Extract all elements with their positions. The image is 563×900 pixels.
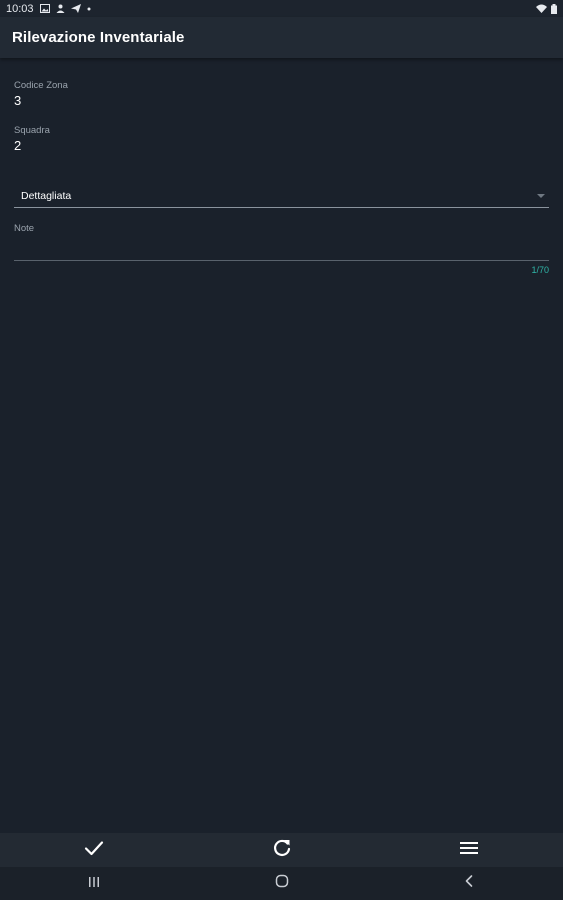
person-icon — [56, 4, 65, 13]
dot-icon — [87, 7, 91, 11]
recent-apps-button[interactable] — [0, 867, 188, 900]
mode-select-value: Dettagliata — [21, 189, 72, 202]
back-icon — [464, 874, 474, 893]
status-time: 10:03 — [6, 2, 34, 15]
image-icon — [39, 4, 50, 13]
page-title: Rilevazione Inventariale — [12, 29, 185, 46]
notes-char-counter: 1/70 — [531, 265, 549, 275]
zone-code-label: Codice Zona — [14, 80, 68, 91]
wifi-icon — [536, 4, 547, 13]
refresh-button[interactable] — [188, 833, 376, 867]
menu-icon — [459, 840, 479, 861]
recent-apps-icon — [87, 875, 101, 893]
battery-icon — [551, 3, 557, 14]
team-label: Squadra — [14, 125, 50, 136]
notes-label: Note — [14, 223, 35, 234]
home-button[interactable] — [188, 867, 376, 900]
notes-input[interactable] — [14, 236, 549, 261]
send-icon — [70, 4, 81, 13]
confirm-button[interactable] — [0, 833, 188, 867]
back-button[interactable] — [375, 867, 563, 900]
check-icon — [84, 840, 104, 861]
app-bar: Rilevazione Inventariale — [0, 17, 563, 58]
home-icon — [275, 874, 289, 893]
team-value: 2 — [14, 138, 22, 153]
bottom-toolbar — [0, 833, 563, 867]
refresh-icon — [272, 838, 292, 863]
status-bar: 10:03 — [0, 0, 563, 17]
chevron-down-icon — [537, 194, 545, 198]
system-nav-bar — [0, 867, 563, 900]
mode-select[interactable]: Dettagliata — [14, 184, 549, 208]
zone-code-value: 3 — [14, 93, 22, 108]
menu-button[interactable] — [375, 833, 563, 867]
